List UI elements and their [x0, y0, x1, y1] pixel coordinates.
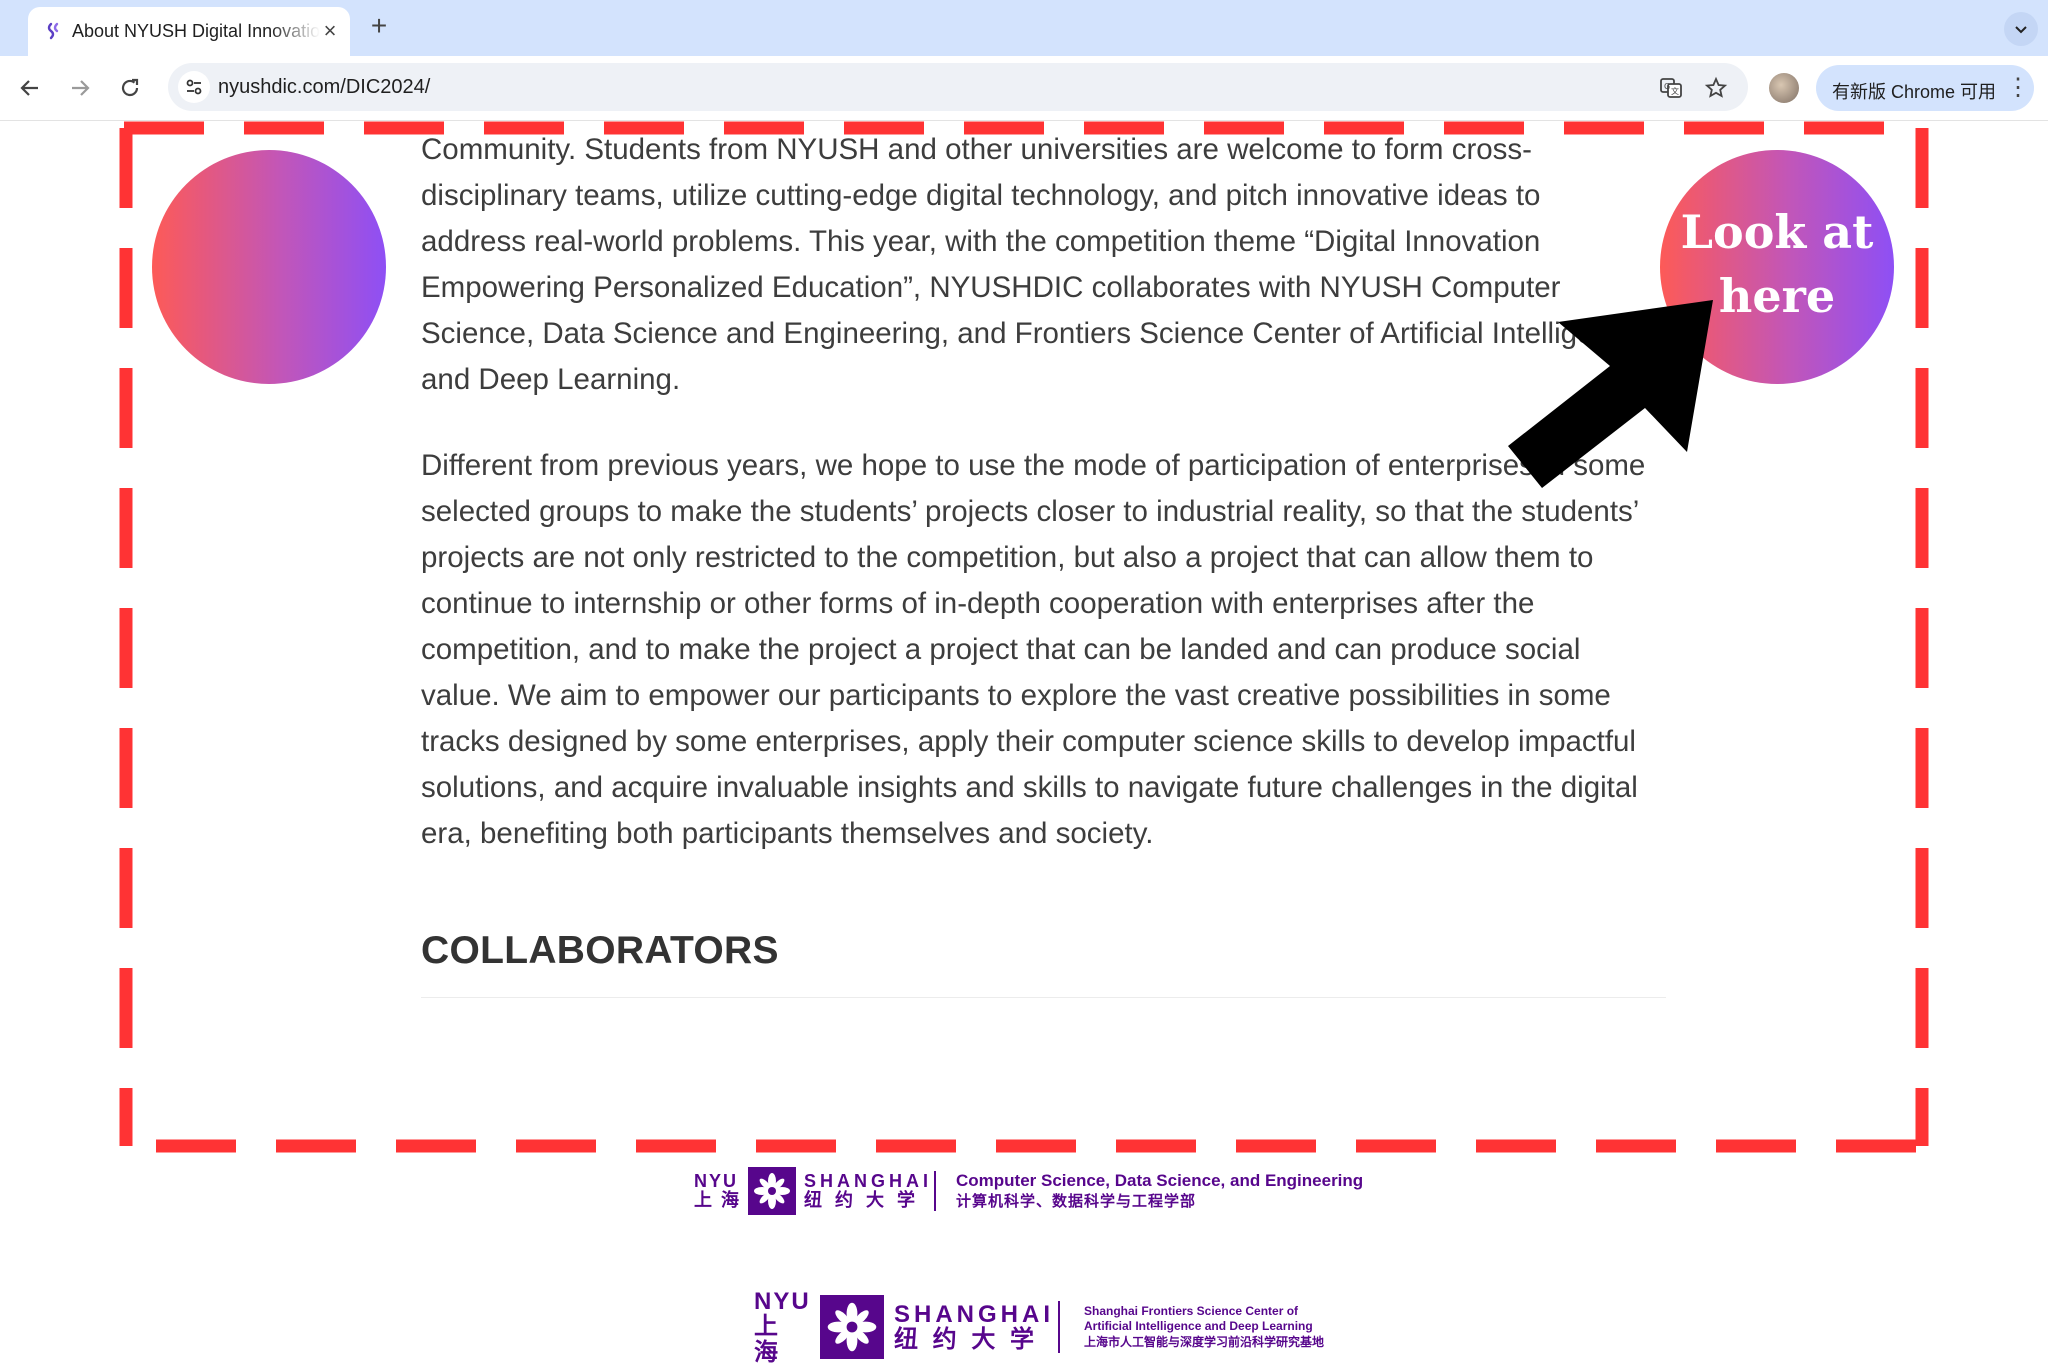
logo-shanghai-text: SHANGHAI 纽 约 大 学	[894, 1300, 1055, 1353]
nyu-torch-icon	[820, 1295, 884, 1359]
decorative-gradient-circle	[152, 150, 386, 384]
logo-separator	[1058, 1301, 1060, 1353]
arrow-pointer-icon	[1508, 300, 1713, 488]
logo-description: Shanghai Frontiers Science Center of Art…	[1084, 1303, 1325, 1349]
logo-nyu-text: NYU 上 海	[754, 1288, 811, 1366]
ai-dl-center-logo: NYU 上 海 SHANGHAI 纽 约 大 学 Shanghai Fronti…	[754, 1289, 1325, 1365]
